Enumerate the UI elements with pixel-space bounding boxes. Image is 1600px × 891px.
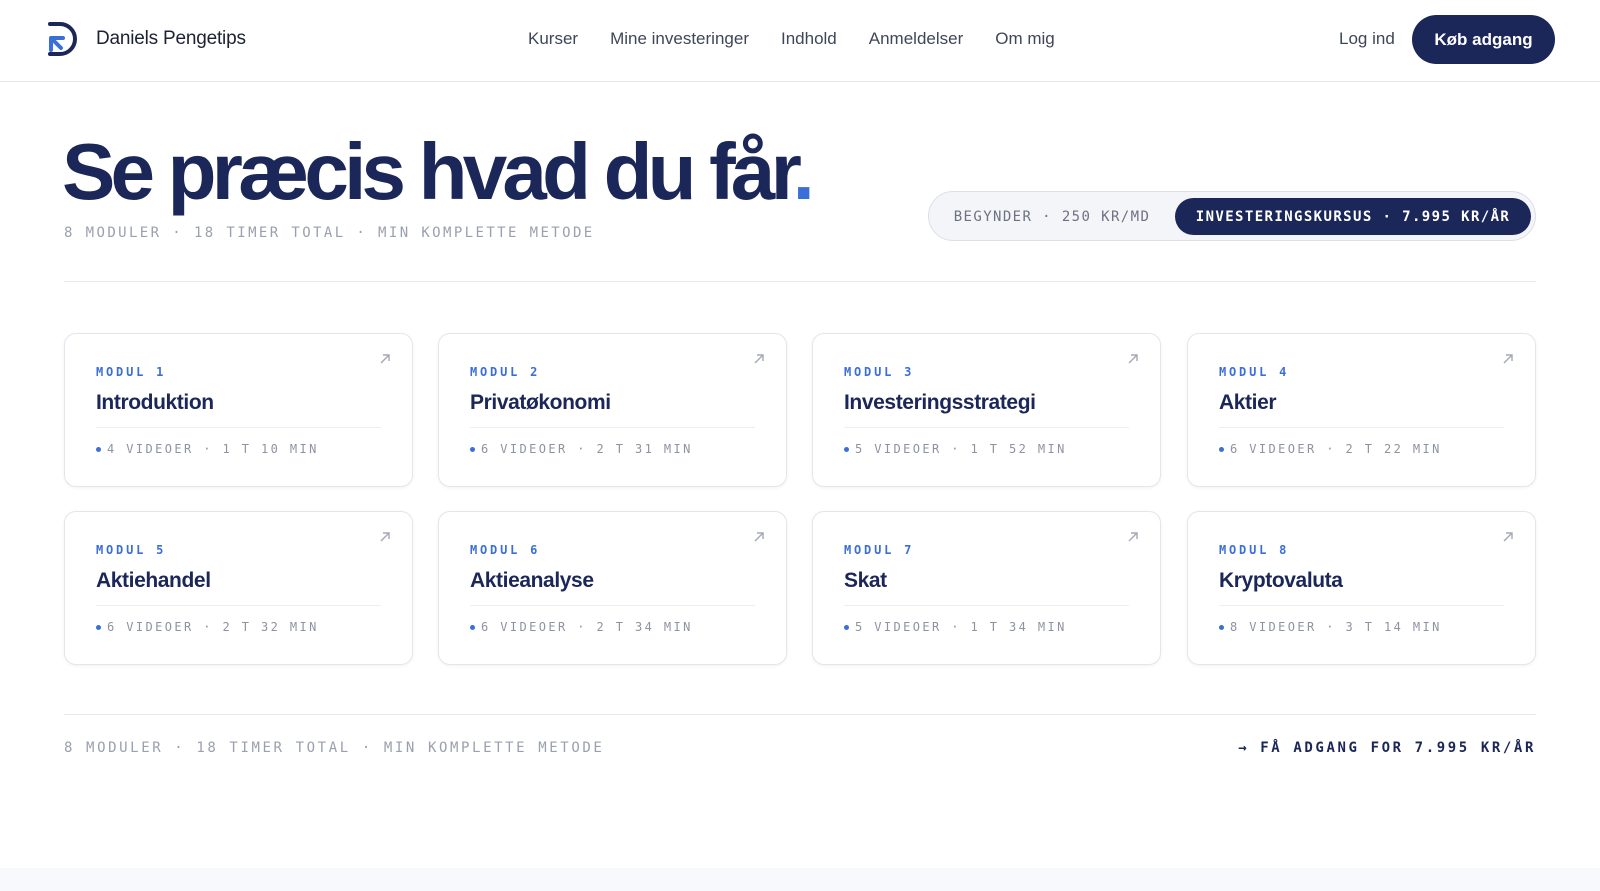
nav-link-mine-investeringer[interactable]: Mine investeringer <box>610 29 749 49</box>
main-menu: Kurser Mine investeringer Indhold Anmeld… <box>528 29 1055 49</box>
footer-access-link[interactable]: → FÅ ADGANG FOR 7.995 KR/ÅR <box>1238 740 1536 756</box>
module-label: MODUL 2 <box>470 365 541 379</box>
page-title-text: Se præcis hvad du får <box>62 127 797 216</box>
module-meta: 6 VIDEOER · 2 T 22 MIN <box>1219 442 1442 456</box>
hero-subtitle: 8 MODULER · 18 TIMER TOTAL · MIN KOMPLET… <box>64 225 595 241</box>
module-card-1[interactable]: MODUL 1 Introduktion 4 VIDEOER · 1 T 10 … <box>64 333 413 487</box>
module-card-divider <box>96 427 381 428</box>
plan-toggle: BEGYNDER · 250 KR/MD INVESTERINGSKURSUS … <box>928 191 1536 241</box>
module-card-divider <box>844 427 1129 428</box>
module-card-divider <box>844 605 1129 606</box>
module-label: MODUL 8 <box>1219 543 1290 557</box>
bullet-dot-icon <box>1219 446 1224 452</box>
module-label: MODUL 7 <box>844 543 915 557</box>
module-label: MODUL 3 <box>844 365 915 379</box>
nav-link-kurser[interactable]: Kurser <box>528 29 578 49</box>
module-meta-text: 6 VIDEOER · 2 T 34 MIN <box>481 620 693 634</box>
module-meta: 4 VIDEOER · 1 T 10 MIN <box>96 442 319 456</box>
arrow-up-right-icon <box>1128 354 1138 364</box>
module-card-divider <box>1219 605 1504 606</box>
module-card-divider <box>470 605 755 606</box>
next-section-band <box>0 868 1600 891</box>
module-label: MODUL 4 <box>1219 365 1290 379</box>
module-card-divider <box>470 427 755 428</box>
module-name: Skat <box>844 569 887 592</box>
arrow-up-right-icon <box>1128 532 1138 542</box>
module-card-4[interactable]: MODUL 4 Aktier 6 VIDEOER · 2 T 22 MIN <box>1187 333 1536 487</box>
nav-link-om-mig[interactable]: Om mig <box>995 29 1055 49</box>
page-title-dot: . <box>792 127 815 216</box>
buy-access-button[interactable]: Køb adgang <box>1412 15 1555 64</box>
bullet-dot-icon <box>844 624 849 630</box>
module-card-3[interactable]: MODUL 3 Investeringsstrategi 5 VIDEOER ·… <box>812 333 1161 487</box>
footer-summary: 8 MODULER · 18 TIMER TOTAL · MIN KOMPLET… <box>64 740 605 756</box>
nav-link-anmeldelser[interactable]: Anmeldelser <box>869 29 964 49</box>
arrow-up-right-icon <box>380 354 390 364</box>
plan-option-investeringskursus[interactable]: INVESTERINGSKURSUS · 7.995 KR/ÅR <box>1175 198 1531 235</box>
arrow-up-right-icon <box>754 532 764 542</box>
module-meta-text: 8 VIDEOER · 3 T 14 MIN <box>1230 620 1442 634</box>
module-meta: 6 VIDEOER · 2 T 32 MIN <box>96 620 319 634</box>
module-meta-text: 6 VIDEOER · 2 T 22 MIN <box>1230 442 1442 456</box>
module-card-2[interactable]: MODUL 2 Privatøkonomi 6 VIDEOER · 2 T 31… <box>438 333 787 487</box>
module-card-6[interactable]: MODUL 6 Aktieanalyse 6 VIDEOER · 2 T 34 … <box>438 511 787 665</box>
bullet-dot-icon <box>844 446 849 452</box>
module-meta-text: 6 VIDEOER · 2 T 32 MIN <box>107 620 319 634</box>
module-name: Aktier <box>1219 391 1277 414</box>
module-card-7[interactable]: MODUL 7 Skat 5 VIDEOER · 1 T 34 MIN <box>812 511 1161 665</box>
arrow-up-right-icon <box>380 532 390 542</box>
module-card-5[interactable]: MODUL 5 Aktiehandel 6 VIDEOER · 2 T 32 M… <box>64 511 413 665</box>
bullet-dot-icon <box>470 446 475 452</box>
module-label: MODUL 6 <box>470 543 541 557</box>
module-name: Aktiehandel <box>96 569 211 592</box>
arrow-up-right-icon <box>1503 532 1513 542</box>
arrow-up-right-icon <box>754 354 764 364</box>
module-meta: 6 VIDEOER · 2 T 34 MIN <box>470 620 693 634</box>
bullet-dot-icon <box>96 624 101 630</box>
section-divider-top <box>64 281 1536 282</box>
section-divider-bottom <box>64 714 1536 715</box>
module-meta: 5 VIDEOER · 1 T 34 MIN <box>844 620 1067 634</box>
nav-link-indhold[interactable]: Indhold <box>781 29 837 49</box>
module-meta: 5 VIDEOER · 1 T 52 MIN <box>844 442 1067 456</box>
module-meta-text: 5 VIDEOER · 1 T 34 MIN <box>855 620 1067 634</box>
module-name: Investeringsstrategi <box>844 391 1036 414</box>
module-name: Privatøkonomi <box>470 391 611 414</box>
module-label: MODUL 5 <box>96 543 167 557</box>
plan-option-begynder[interactable]: BEGYNDER · 250 KR/MD <box>935 198 1169 235</box>
login-link[interactable]: Log ind <box>1339 29 1395 49</box>
module-meta-text: 5 VIDEOER · 1 T 52 MIN <box>855 442 1067 456</box>
page-title: Se præcis hvad du får. <box>62 132 815 212</box>
bullet-dot-icon <box>1219 624 1224 630</box>
module-name: Kryptovaluta <box>1219 569 1343 592</box>
module-name: Aktieanalyse <box>470 569 594 592</box>
brand-name[interactable]: Daniels Pengetips <box>96 28 246 50</box>
module-card-divider <box>96 605 381 606</box>
module-card-8[interactable]: MODUL 8 Kryptovaluta 8 VIDEOER · 3 T 14 … <box>1187 511 1536 665</box>
brand-logo-icon[interactable] <box>46 20 78 58</box>
module-meta-text: 6 VIDEOER · 2 T 31 MIN <box>481 442 693 456</box>
bullet-dot-icon <box>470 624 475 630</box>
module-meta: 8 VIDEOER · 3 T 14 MIN <box>1219 620 1442 634</box>
module-meta-text: 4 VIDEOER · 1 T 10 MIN <box>107 442 319 456</box>
bullet-dot-icon <box>96 446 101 452</box>
arrow-up-right-icon <box>1503 354 1513 364</box>
module-name: Introduktion <box>96 391 214 414</box>
module-label: MODUL 1 <box>96 365 167 379</box>
module-meta: 6 VIDEOER · 2 T 31 MIN <box>470 442 693 456</box>
top-nav: Daniels Pengetips Kurser Mine investerin… <box>0 0 1600 82</box>
module-card-divider <box>1219 427 1504 428</box>
